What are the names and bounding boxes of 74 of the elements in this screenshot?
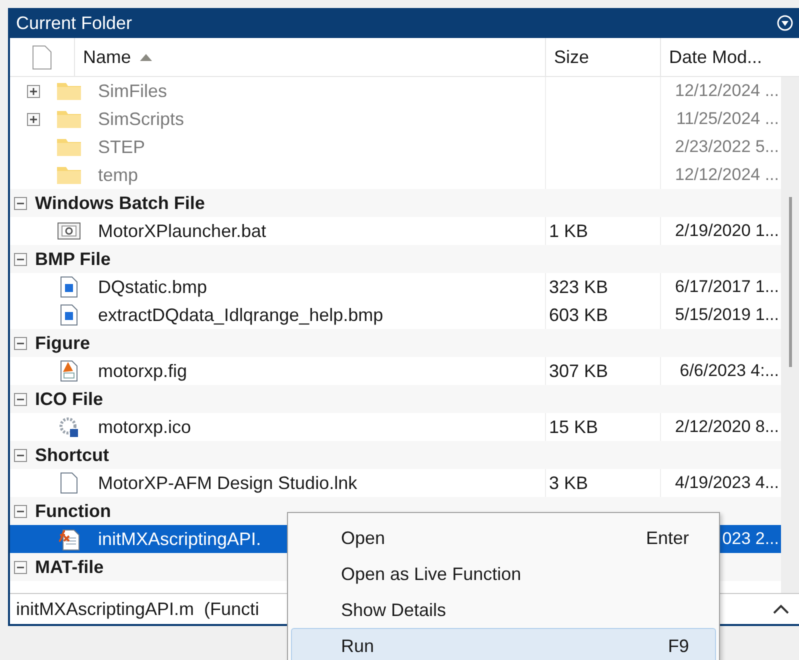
date-cell: 2/19/2020 1... bbox=[675, 221, 779, 241]
collapse-icon[interactable] bbox=[14, 560, 27, 574]
status-text: initMXAscriptingAPI.m (Functi bbox=[16, 598, 260, 620]
collapse-icon[interactable] bbox=[14, 336, 27, 350]
size-cell: 1 KB bbox=[549, 220, 588, 242]
collapse-icon[interactable] bbox=[14, 392, 27, 406]
size-cell: 603 KB bbox=[549, 304, 608, 326]
date-cell: 2/23/2022 5... bbox=[675, 137, 779, 157]
folder-name[interactable]: SimScripts bbox=[98, 108, 184, 130]
date-cell: 11/25/2024 ... bbox=[676, 109, 779, 129]
group-header: MAT-file bbox=[35, 556, 104, 578]
file-name: initMXAscriptingAPI. bbox=[98, 528, 262, 550]
file-name: MotorXPlauncher.bat bbox=[98, 220, 266, 242]
function-file-icon bbox=[57, 527, 81, 551]
group-header: BMP File bbox=[35, 248, 111, 270]
group-header: ICO File bbox=[35, 388, 104, 410]
size-cell: 3 KB bbox=[549, 472, 588, 494]
column-header[interactable]: Name bbox=[83, 46, 154, 68]
batch-file-icon bbox=[57, 222, 81, 240]
file-row[interactable]: DQstatic.bmp 323 KB 6/17/2017 1... bbox=[10, 273, 781, 301]
size-cell: 15 KB bbox=[549, 416, 598, 438]
folder-icon bbox=[56, 165, 82, 185]
group-header: Shortcut bbox=[35, 444, 109, 466]
group-header: Figure bbox=[35, 332, 90, 354]
collapse-icon[interactable] bbox=[14, 448, 27, 462]
scrollbar[interactable] bbox=[781, 77, 799, 593]
scrollbar-thumb[interactable] bbox=[788, 197, 792, 367]
date-cell: 5/15/2019 1... bbox=[675, 305, 779, 325]
folder-name[interactable]: STEP bbox=[98, 136, 146, 158]
date-cell: 6/17/2017 1... bbox=[675, 277, 779, 297]
file-name: DQstatic.bmp bbox=[98, 276, 208, 298]
document-icon bbox=[32, 44, 52, 70]
file-name: motorxp.ico bbox=[98, 416, 192, 438]
folder-icon bbox=[56, 137, 82, 157]
size-cell: 323 KB bbox=[549, 276, 608, 298]
folder-icon bbox=[56, 109, 82, 129]
image-file-icon bbox=[60, 304, 78, 326]
group-header: Function bbox=[35, 500, 111, 522]
file-name: MotorXP-AFM Design Studio.lnk bbox=[98, 472, 358, 494]
panel-title: Current Folder bbox=[16, 12, 132, 34]
date-cell: 2/12/2020 8... bbox=[675, 417, 779, 437]
folder-name[interactable]: temp bbox=[98, 164, 138, 186]
gear-file-icon bbox=[58, 416, 80, 438]
dropdown-icon[interactable] bbox=[777, 15, 793, 31]
menu-item[interactable]: Show Details bbox=[291, 592, 716, 628]
menu-item[interactable]: Run F9 bbox=[291, 628, 716, 660]
folder-row[interactable]: SimFiles 12/12/2024 ... bbox=[10, 77, 781, 105]
file-name: motorxp.fig bbox=[98, 360, 188, 382]
file-name: extractDQdata_Idlqrange_help.bmp bbox=[98, 304, 384, 326]
column-header[interactable]: Date Mod... bbox=[669, 46, 762, 68]
sort-ascending-icon bbox=[139, 52, 154, 62]
folder-row[interactable]: SimScripts 11/25/2024 ... bbox=[10, 105, 781, 133]
collapse-icon[interactable] bbox=[14, 504, 27, 518]
group-header: Windows Batch File bbox=[35, 192, 205, 214]
size-cell: 307 KB bbox=[549, 360, 608, 382]
column-header[interactable]: Size bbox=[554, 46, 590, 68]
date-cell: 023 2... bbox=[722, 529, 779, 549]
menu-item[interactable]: Open as Live Function bbox=[291, 556, 716, 592]
menu-item[interactable]: Open Enter bbox=[291, 520, 716, 556]
figure-file-icon bbox=[60, 360, 78, 382]
chevron-up-icon[interactable] bbox=[773, 604, 789, 614]
folder-row[interactable]: STEP 2/23/2022 5... bbox=[10, 133, 781, 161]
document-icon bbox=[60, 472, 78, 494]
expand-icon[interactable] bbox=[27, 84, 40, 98]
folder-name[interactable]: SimFiles bbox=[98, 80, 168, 102]
collapse-icon[interactable] bbox=[14, 196, 27, 210]
date-cell: 12/12/2024 ... bbox=[675, 165, 779, 185]
date-cell: 6/6/2023 4:... bbox=[680, 361, 779, 381]
date-cell: 4/19/2023 4... bbox=[675, 473, 779, 493]
expand-icon[interactable] bbox=[27, 112, 40, 126]
date-cell: 12/12/2024 ... bbox=[675, 81, 779, 101]
folder-icon bbox=[56, 81, 82, 101]
image-file-icon bbox=[60, 276, 78, 298]
collapse-icon[interactable] bbox=[14, 252, 27, 266]
